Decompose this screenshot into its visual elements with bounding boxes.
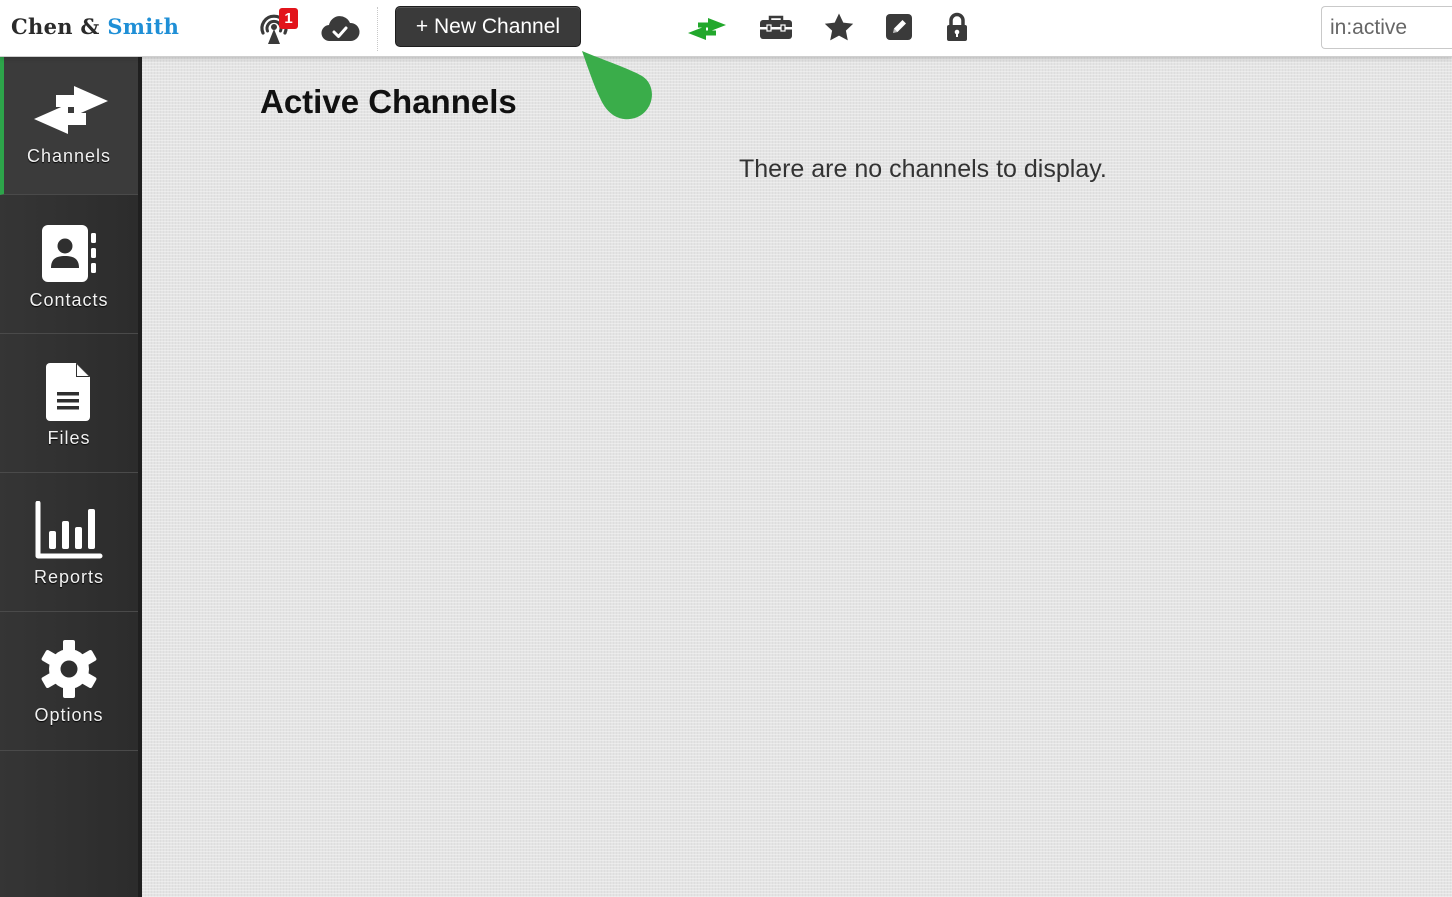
empty-state-message: There are no channels to display.: [739, 155, 1107, 183]
brand-name-part1: Chen &: [11, 14, 100, 39]
lock-icon[interactable]: [945, 12, 969, 42]
sidebar-item-label: Channels: [26, 146, 112, 166]
sidebar-item-contacts[interactable]: Contacts: [0, 195, 138, 334]
gear-icon: [40, 638, 98, 700]
cloud-check-icon[interactable]: [320, 13, 360, 43]
toolbox-icon[interactable]: [758, 14, 794, 42]
sidebar-item-label: Options: [34, 705, 104, 725]
sidebar: Channels Contacts Files Reports Options: [0, 57, 142, 897]
swap-arrows-icon[interactable]: [686, 14, 728, 44]
sidebar-item-options[interactable]: Options: [0, 612, 138, 751]
new-channel-button[interactable]: + New Channel: [395, 6, 581, 47]
guide-pointer-icon: [580, 50, 656, 129]
sidebar-item-label: Reports: [33, 567, 105, 587]
brand-name-part2: Smith: [107, 14, 180, 39]
sidebar-item-label: Contacts: [29, 290, 109, 310]
sidebar-item-files[interactable]: Files: [0, 334, 138, 473]
contact-book-icon: [40, 223, 98, 285]
file-icon: [46, 361, 92, 423]
swap-arrows-icon: [32, 79, 110, 141]
sidebar-item-reports[interactable]: Reports: [0, 473, 138, 612]
edit-icon[interactable]: [885, 13, 913, 41]
sidebar-item-channels[interactable]: Channels: [0, 57, 138, 195]
brand-logo[interactable]: Chen & Smith: [11, 14, 179, 39]
star-icon[interactable]: [823, 12, 855, 43]
page-title: Active Channels: [260, 83, 517, 120]
bar-chart-icon: [35, 500, 103, 562]
toolbar-divider: [377, 7, 378, 51]
notification-badge: 1: [279, 8, 298, 29]
search-input[interactable]: [1321, 6, 1452, 49]
main-content: Active Channels There are no channels to…: [142, 57, 1452, 897]
top-bar: Chen & Smith 1 + New Channel: [0, 0, 1452, 57]
sidebar-item-label: Files: [47, 428, 91, 448]
